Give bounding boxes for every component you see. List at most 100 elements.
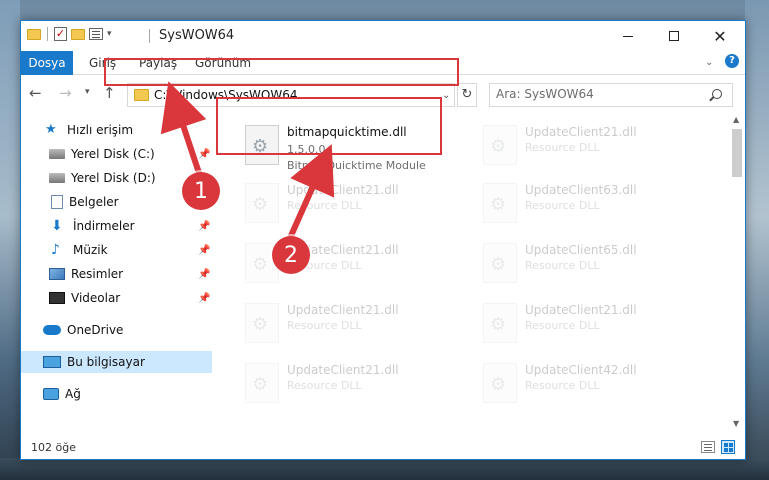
navigation-pane: ★ Hızlı erişim Yerel Disk (C:) 📌 Yerel D… bbox=[21, 113, 212, 433]
minimize-icon bbox=[623, 35, 633, 37]
properties-list-icon[interactable] bbox=[89, 28, 103, 40]
file-type: Resource DLL bbox=[287, 319, 362, 332]
file-tile[interactable]: UpdateClient42.dll Resource DLL bbox=[477, 357, 707, 413]
refresh-icon: ↻ bbox=[461, 87, 473, 102]
step-1-badge: 1 bbox=[182, 172, 220, 210]
minimize-button[interactable] bbox=[605, 21, 651, 51]
sidebar-item-local-disk-c[interactable]: Yerel Disk (C:) 📌 bbox=[21, 143, 212, 165]
network-icon bbox=[43, 388, 59, 400]
sidebar-item-videos[interactable]: Videolar 📌 bbox=[21, 287, 212, 309]
recent-locations-chevron-icon[interactable]: ▾ bbox=[85, 87, 90, 97]
file-tile[interactable]: UpdateClient65.dll Resource DLL bbox=[477, 237, 707, 293]
file-name: UpdateClient42.dll bbox=[525, 363, 637, 377]
close-button[interactable]: ✕ bbox=[697, 21, 743, 51]
file-type: Resource DLL bbox=[525, 319, 600, 332]
maximize-button[interactable] bbox=[651, 21, 697, 51]
back-arrow-icon[interactable]: ← bbox=[29, 84, 42, 102]
sidebar-item-pictures[interactable]: Resimler 📌 bbox=[21, 263, 212, 285]
folder-icon bbox=[27, 28, 41, 40]
desktop-background-right bbox=[745, 0, 769, 480]
search-input[interactable] bbox=[496, 87, 696, 101]
file-name: UpdateClient21.dll bbox=[525, 303, 637, 317]
sidebar-item-label: Yerel Disk (C:) bbox=[71, 147, 155, 161]
properties-check-icon[interactable]: ✓ bbox=[54, 27, 67, 41]
vertical-scrollbar[interactable]: ▲ ▼ bbox=[729, 113, 745, 433]
new-folder-icon[interactable] bbox=[71, 28, 85, 40]
help-icon[interactable]: ? bbox=[725, 54, 739, 68]
videos-icon bbox=[49, 292, 65, 304]
file-tile[interactable]: UpdateClient21.dll Resource DLL bbox=[239, 297, 469, 353]
toolbar-separator bbox=[47, 27, 48, 41]
quick-access-star-icon: ★ bbox=[45, 122, 57, 137]
scroll-down-arrow-icon[interactable]: ▼ bbox=[733, 419, 739, 428]
dll-file-gear-icon bbox=[245, 303, 279, 343]
address-history-chevron-icon[interactable]: ⌄ bbox=[442, 90, 450, 101]
title-separator bbox=[149, 29, 150, 43]
file-explorer-window: ✓ ▾ SysWOW64 ✕ Dosya Giriş Paylaş Görünü… bbox=[20, 20, 746, 460]
file-name: UpdateClient65.dll bbox=[525, 243, 637, 257]
expand-ribbon-chevron-icon[interactable]: ⌄ bbox=[705, 57, 713, 68]
step-2-badge: 2 bbox=[272, 236, 310, 274]
dll-file-gear-icon bbox=[483, 125, 517, 165]
pin-icon: 📌 bbox=[198, 220, 211, 232]
file-highlight-box bbox=[216, 97, 442, 155]
pin-icon: 📌 bbox=[198, 148, 211, 160]
desktop-background-bottom bbox=[0, 458, 769, 480]
music-icon: ♪ bbox=[51, 242, 60, 258]
pin-icon: 📌 bbox=[198, 244, 211, 256]
sidebar-item-label: OneDrive bbox=[67, 323, 124, 337]
forward-arrow-icon[interactable]: → bbox=[59, 84, 72, 102]
dll-file-gear-icon bbox=[245, 183, 279, 223]
folder-icon bbox=[134, 89, 149, 101]
file-tile[interactable]: UpdateClient21.dll Resource DLL bbox=[477, 119, 707, 175]
this-pc-icon bbox=[43, 356, 61, 368]
tab-file[interactable]: Dosya bbox=[21, 51, 73, 75]
refresh-button[interactable]: ↻ bbox=[457, 83, 477, 107]
sidebar-item-network[interactable]: Ağ bbox=[21, 383, 212, 405]
sidebar-item-label: Videolar bbox=[71, 291, 121, 305]
file-tile[interactable]: UpdateClient63.dll Resource DLL bbox=[477, 177, 707, 233]
dll-file-gear-icon bbox=[245, 363, 279, 403]
file-type: Resource DLL bbox=[287, 199, 362, 212]
file-name: UpdateClient21.dll bbox=[525, 125, 637, 139]
up-arrow-icon[interactable]: ↑ bbox=[103, 84, 116, 102]
file-name: UpdateClient63.dll bbox=[525, 183, 637, 197]
sidebar-item-music[interactable]: ♪ Müzik 📌 bbox=[21, 239, 212, 261]
title-bar[interactable]: ✓ ▾ SysWOW64 ✕ bbox=[21, 21, 745, 51]
search-box[interactable] bbox=[489, 83, 733, 107]
file-tile[interactable]: UpdateClient21.dll Resource DLL bbox=[239, 177, 469, 233]
sidebar-item-quick-access[interactable]: ★ Hızlı erişim bbox=[21, 119, 212, 141]
sidebar-item-this-pc[interactable]: Bu bilgisayar bbox=[21, 351, 212, 373]
sidebar-item-label: Bu bilgisayar bbox=[67, 355, 145, 369]
address-highlight-box bbox=[104, 58, 459, 86]
sidebar-item-label: Müzik bbox=[73, 243, 108, 257]
sidebar-item-label: İndirmeler bbox=[73, 219, 135, 233]
details-view-icon[interactable] bbox=[701, 441, 715, 453]
file-type: Resource DLL bbox=[287, 379, 362, 392]
file-type: Resource DLL bbox=[525, 199, 600, 212]
sidebar-item-onedrive[interactable]: OneDrive bbox=[21, 319, 212, 341]
sidebar-item-label: Resimler bbox=[71, 267, 124, 281]
dll-file-gear-icon bbox=[483, 243, 517, 283]
desktop-background-left bbox=[0, 0, 20, 480]
scroll-up-arrow-icon[interactable]: ▲ bbox=[733, 115, 739, 124]
sidebar-item-downloads[interactable]: ⬇ İndirmeler 📌 bbox=[21, 215, 212, 237]
file-name: UpdateClient21.dll bbox=[287, 303, 399, 317]
file-name: UpdateClient21.dll bbox=[287, 183, 399, 197]
pin-icon: 📌 bbox=[198, 268, 211, 280]
item-count: 102 öğe bbox=[31, 441, 76, 454]
scrollbar-thumb[interactable] bbox=[732, 129, 742, 177]
file-tile[interactable]: UpdateClient21.dll Resource DLL bbox=[477, 297, 707, 353]
customize-toolbar-chevron-icon[interactable]: ▾ bbox=[107, 29, 112, 39]
drive-icon bbox=[49, 173, 65, 183]
close-icon: ✕ bbox=[713, 26, 727, 46]
sidebar-item-label: Belgeler bbox=[69, 195, 119, 209]
file-type: Resource DLL bbox=[525, 141, 600, 154]
maximize-icon bbox=[669, 31, 679, 41]
large-icons-view-icon[interactable] bbox=[721, 440, 735, 454]
file-name: UpdateClient21.dll bbox=[287, 363, 399, 377]
sidebar-item-label: Hızlı erişim bbox=[67, 123, 134, 137]
documents-icon bbox=[51, 195, 63, 209]
file-tile[interactable]: UpdateClient21.dll Resource DLL bbox=[239, 357, 469, 413]
dll-file-gear-icon bbox=[483, 183, 517, 223]
